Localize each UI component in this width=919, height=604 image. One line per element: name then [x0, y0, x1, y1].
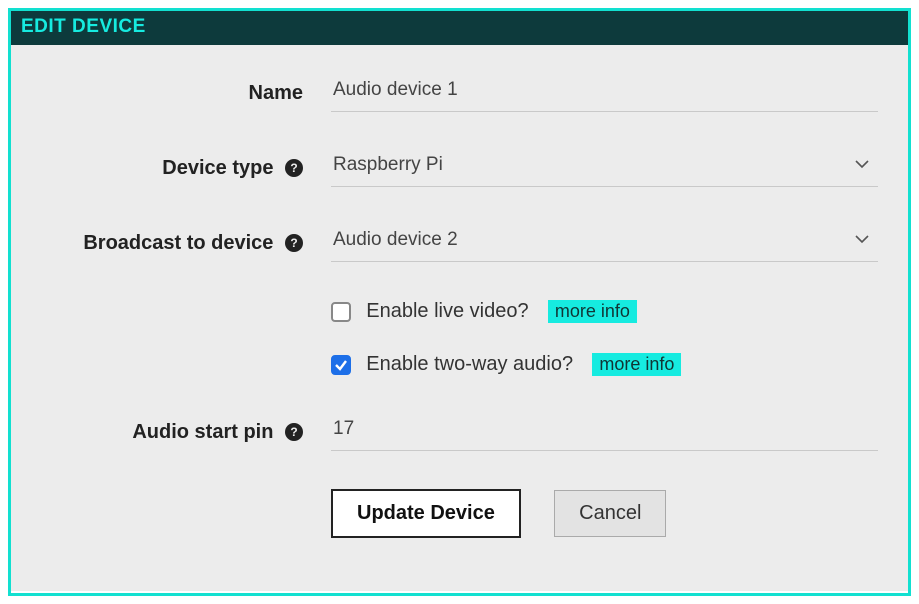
row-name: Name — [41, 75, 878, 112]
help-icon[interactable]: ? — [285, 159, 303, 177]
enable-two-way-audio-label: Enable two-way audio? — [366, 353, 573, 375]
row-two-way-audio: Enable two-way audio? more info — [41, 353, 878, 376]
more-info-link[interactable]: more info — [548, 300, 637, 323]
row-broadcast: Broadcast to device ? Audio device 2 — [41, 225, 878, 262]
device-type-select[interactable]: Raspberry Pi — [331, 150, 878, 187]
label-name: Name — [41, 82, 331, 105]
cancel-button[interactable]: Cancel — [554, 490, 666, 537]
enable-two-way-audio-checkbox[interactable] — [331, 355, 351, 375]
audio-pin-input[interactable] — [331, 414, 878, 451]
label-broadcast: Broadcast to device ? — [41, 232, 331, 255]
more-info-link[interactable]: more info — [592, 353, 681, 376]
enable-live-video-label: Enable live video? — [366, 300, 528, 322]
help-icon[interactable]: ? — [285, 234, 303, 252]
edit-device-panel: EDIT DEVICE Name Device type ? Raspberry… — [8, 8, 911, 596]
row-buttons: Update Device Cancel — [41, 489, 878, 538]
name-input[interactable] — [331, 75, 878, 112]
update-device-button[interactable]: Update Device — [331, 489, 521, 538]
panel-body: Name Device type ? Raspberry Pi Broadcas… — [11, 45, 908, 591]
label-audio-pin: Audio start pin ? — [41, 421, 331, 444]
row-audio-pin: Audio start pin ? — [41, 414, 878, 451]
help-icon[interactable]: ? — [285, 423, 303, 441]
label-device-type: Device type ? — [41, 157, 331, 180]
row-live-video: Enable live video? more info — [41, 300, 878, 323]
panel-title: EDIT DEVICE — [11, 11, 908, 45]
row-device-type: Device type ? Raspberry Pi — [41, 150, 878, 187]
enable-live-video-checkbox[interactable] — [331, 302, 351, 322]
broadcast-select[interactable]: Audio device 2 — [331, 225, 878, 262]
